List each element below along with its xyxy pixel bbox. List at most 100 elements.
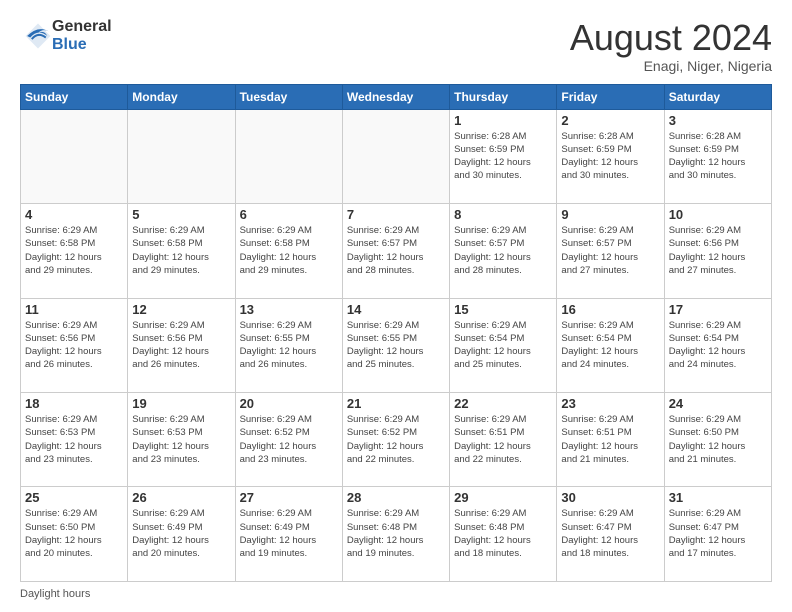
cell-0-2	[235, 109, 342, 203]
day-number-3: 3	[669, 113, 767, 128]
cell-3-4: 22 Sunrise: 6:29 AM Sunset: 6:51 PM Dayli…	[450, 393, 557, 487]
day-number-30: 30	[561, 490, 659, 505]
day-number-7: 7	[347, 207, 445, 222]
header-sunday: Sunday	[21, 84, 128, 109]
day-number-15: 15	[454, 302, 552, 317]
week-row-3: 18 Sunrise: 6:29 AM Sunset: 6:53 PM Dayli…	[21, 393, 772, 487]
day-info-21: Sunrise: 6:29 AM Sunset: 6:52 PM Dayligh…	[347, 413, 445, 466]
cell-4-5: 30 Sunrise: 6:29 AM Sunset: 6:47 PM Dayli…	[557, 487, 664, 582]
day-number-1: 1	[454, 113, 552, 128]
day-info-25: Sunrise: 6:29 AM Sunset: 6:50 PM Dayligh…	[25, 507, 123, 560]
day-info-4: Sunrise: 6:29 AM Sunset: 6:58 PM Dayligh…	[25, 224, 123, 277]
day-info-26: Sunrise: 6:29 AM Sunset: 6:49 PM Dayligh…	[132, 507, 230, 560]
day-info-13: Sunrise: 6:29 AM Sunset: 6:55 PM Dayligh…	[240, 319, 338, 372]
logo-general-text: General	[52, 18, 112, 36]
cell-4-0: 25 Sunrise: 6:29 AM Sunset: 6:50 PM Dayli…	[21, 487, 128, 582]
cell-1-3: 7 Sunrise: 6:29 AM Sunset: 6:57 PM Daylig…	[342, 204, 449, 298]
day-number-24: 24	[669, 396, 767, 411]
day-number-4: 4	[25, 207, 123, 222]
day-number-25: 25	[25, 490, 123, 505]
cell-2-4: 15Sunrise: 6:29 AM Sunset: 6:54 PM Dayli…	[450, 298, 557, 392]
cell-1-2: 6Sunrise: 6:29 AM Sunset: 6:58 PM Daylig…	[235, 204, 342, 298]
cell-0-1	[128, 109, 235, 203]
cell-0-3	[342, 109, 449, 203]
header-tuesday: Tuesday	[235, 84, 342, 109]
cell-1-0: 4 Sunrise: 6:29 AM Sunset: 6:58 PM Daylig…	[21, 204, 128, 298]
day-info-11: Sunrise: 6:29 AM Sunset: 6:56 PM Dayligh…	[25, 319, 123, 372]
header-friday: Friday	[557, 84, 664, 109]
day-number-5: 5	[132, 207, 230, 222]
day-number-18: 18	[25, 396, 123, 411]
cell-0-4: 1 Sunrise: 6:28 AM Sunset: 6:59 PM Daylig…	[450, 109, 557, 203]
day-number-2: 2	[561, 113, 659, 128]
week-row-1: 4 Sunrise: 6:29 AM Sunset: 6:58 PM Daylig…	[21, 204, 772, 298]
day-number-23: 23	[561, 396, 659, 411]
title-location: Enagi, Niger, Nigeria	[570, 58, 772, 74]
cell-1-5: 9 Sunrise: 6:29 AM Sunset: 6:57 PM Daylig…	[557, 204, 664, 298]
day-number-28: 28	[347, 490, 445, 505]
day-info-30: Sunrise: 6:29 AM Sunset: 6:47 PM Dayligh…	[561, 507, 659, 560]
logo-icon	[24, 22, 52, 50]
cell-3-0: 18 Sunrise: 6:29 AM Sunset: 6:53 PM Dayli…	[21, 393, 128, 487]
day-info-1: Sunrise: 6:28 AM Sunset: 6:59 PM Dayligh…	[454, 130, 552, 183]
header-thursday: Thursday	[450, 84, 557, 109]
day-number-26: 26	[132, 490, 230, 505]
daylight-label: Daylight hours	[20, 588, 90, 600]
day-info-23: Sunrise: 6:29 AM Sunset: 6:51 PM Dayligh…	[561, 413, 659, 466]
day-info-29: Sunrise: 6:29 AM Sunset: 6:48 PM Dayligh…	[454, 507, 552, 560]
cell-2-6: 17 Sunrise: 6:29 AM Sunset: 6:54 PM Dayli…	[664, 298, 771, 392]
header-monday: Monday	[128, 84, 235, 109]
day-info-8: Sunrise: 6:29 AM Sunset: 6:57 PM Dayligh…	[454, 224, 552, 277]
day-number-6: 6	[240, 207, 338, 222]
day-info-12: Sunrise: 6:29 AM Sunset: 6:56 PM Dayligh…	[132, 319, 230, 372]
day-info-18: Sunrise: 6:29 AM Sunset: 6:53 PM Dayligh…	[25, 413, 123, 466]
cell-2-2: 13 Sunrise: 6:29 AM Sunset: 6:55 PM Dayli…	[235, 298, 342, 392]
day-number-29: 29	[454, 490, 552, 505]
title-month: August 2024	[570, 18, 772, 58]
day-number-10: 10	[669, 207, 767, 222]
cell-3-6: 24 Sunrise: 6:29 AM Sunset: 6:50 PM Dayli…	[664, 393, 771, 487]
day-number-19: 19	[132, 396, 230, 411]
day-info-3: Sunrise: 6:28 AM Sunset: 6:59 PM Dayligh…	[669, 130, 767, 183]
day-number-21: 21	[347, 396, 445, 411]
day-info-31: Sunrise: 6:29 AM Sunset: 6:47 PM Dayligh…	[669, 507, 767, 560]
day-number-16: 16	[561, 302, 659, 317]
calendar-table: Sunday Monday Tuesday Wednesday Thursday…	[20, 84, 772, 582]
cell-2-0: 11 Sunrise: 6:29 AM Sunset: 6:56 PM Dayli…	[21, 298, 128, 392]
cell-0-5: 2 Sunrise: 6:28 AM Sunset: 6:59 PM Daylig…	[557, 109, 664, 203]
day-number-27: 27	[240, 490, 338, 505]
day-info-2: Sunrise: 6:28 AM Sunset: 6:59 PM Dayligh…	[561, 130, 659, 183]
cell-2-3: 14 Sunrise: 6:29 AM Sunset: 6:55 PM Dayli…	[342, 298, 449, 392]
cell-4-3: 28Sunrise: 6:29 AM Sunset: 6:48 PM Dayli…	[342, 487, 449, 582]
cell-0-0	[21, 109, 128, 203]
cell-1-4: 8Sunrise: 6:29 AM Sunset: 6:57 PM Daylig…	[450, 204, 557, 298]
day-number-14: 14	[347, 302, 445, 317]
cell-2-1: 12 Sunrise: 6:29 AM Sunset: 6:56 PM Dayli…	[128, 298, 235, 392]
cell-2-5: 16 Sunrise: 6:29 AM Sunset: 6:54 PM Dayli…	[557, 298, 664, 392]
day-number-17: 17	[669, 302, 767, 317]
week-row-2: 11 Sunrise: 6:29 AM Sunset: 6:56 PM Dayli…	[21, 298, 772, 392]
title-block: August 2024 Enagi, Niger, Nigeria	[570, 18, 772, 74]
day-number-22: 22	[454, 396, 552, 411]
cell-1-1: 5Sunrise: 6:29 AM Sunset: 6:58 PM Daylig…	[128, 204, 235, 298]
cell-0-6: 3 Sunrise: 6:28 AM Sunset: 6:59 PM Daylig…	[664, 109, 771, 203]
page: General Blue August 2024 Enagi, Niger, N…	[0, 0, 792, 612]
day-number-9: 9	[561, 207, 659, 222]
day-info-22: Sunrise: 6:29 AM Sunset: 6:51 PM Dayligh…	[454, 413, 552, 466]
day-info-9: Sunrise: 6:29 AM Sunset: 6:57 PM Dayligh…	[561, 224, 659, 277]
day-info-24: Sunrise: 6:29 AM Sunset: 6:50 PM Dayligh…	[669, 413, 767, 466]
footer: Daylight hours	[20, 588, 772, 600]
header-saturday: Saturday	[664, 84, 771, 109]
day-number-20: 20	[240, 396, 338, 411]
cell-4-1: 26 Sunrise: 6:29 AM Sunset: 6:49 PM Dayli…	[128, 487, 235, 582]
day-number-12: 12	[132, 302, 230, 317]
day-info-7: Sunrise: 6:29 AM Sunset: 6:57 PM Dayligh…	[347, 224, 445, 277]
day-info-16: Sunrise: 6:29 AM Sunset: 6:54 PM Dayligh…	[561, 319, 659, 372]
calendar-header-row: Sunday Monday Tuesday Wednesday Thursday…	[21, 84, 772, 109]
day-info-17: Sunrise: 6:29 AM Sunset: 6:54 PM Dayligh…	[669, 319, 767, 372]
cell-3-1: 19Sunrise: 6:29 AM Sunset: 6:53 PM Dayli…	[128, 393, 235, 487]
day-number-11: 11	[25, 302, 123, 317]
day-number-13: 13	[240, 302, 338, 317]
day-info-14: Sunrise: 6:29 AM Sunset: 6:55 PM Dayligh…	[347, 319, 445, 372]
day-number-31: 31	[669, 490, 767, 505]
